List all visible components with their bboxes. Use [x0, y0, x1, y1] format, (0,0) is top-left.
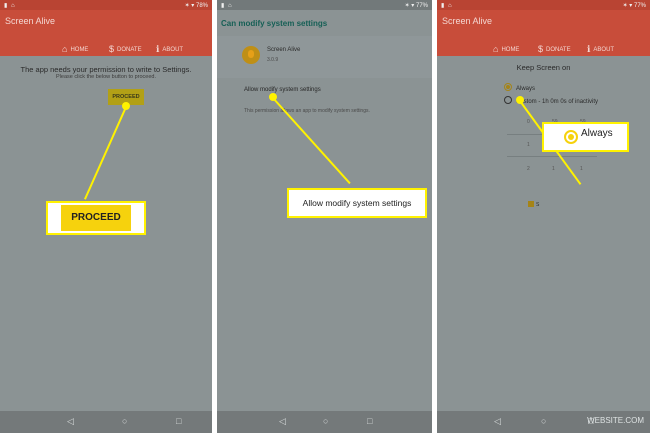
home-nav-icon[interactable]: ○: [323, 416, 328, 426]
app-name: Screen Alive: [267, 47, 301, 53]
home-icon: ⌂: [62, 44, 68, 54]
status-bar: ▮ ⌂ ✶ ▾ 77%: [437, 0, 650, 10]
permission-description: This permission allows an app to modify …: [244, 108, 370, 114]
watermark: WEBSITE.COM: [587, 416, 644, 425]
picker-minutes-next: 1: [552, 166, 555, 172]
recents-icon[interactable]: □: [176, 416, 181, 426]
back-icon[interactable]: ◁: [494, 416, 501, 427]
checkbox[interactable]: [528, 201, 534, 207]
status-indicators: ✶ ▾ 78%: [184, 3, 208, 9]
home-nav-icon[interactable]: ○: [541, 416, 546, 426]
tab-about[interactable]: ℹ ABOUT: [587, 44, 614, 55]
permission-message: The app needs your permission to write t…: [20, 65, 192, 74]
permission-sub-message: Please click the below button to proceed…: [56, 74, 156, 80]
tab-about[interactable]: ℹ ABOUT: [156, 44, 183, 55]
app-title: Screen Alive: [442, 16, 493, 26]
page-title: Can modify system settings: [221, 19, 328, 28]
status-icons: ▮ ⌂: [221, 3, 233, 9]
navigation-bar: ◁ ○ □ WEBSITE.COM: [437, 411, 650, 433]
recents-icon[interactable]: □: [367, 416, 372, 426]
dollar-icon: $: [109, 44, 115, 54]
main-content: Keep Screen on Always Custom - 1h 0m 0s …: [437, 56, 650, 411]
app-bar: Screen Alive ⌂ HOME $ DONATE ℹ ABOUT: [437, 10, 650, 58]
proceed-callout-label: PROCEED: [61, 205, 131, 231]
radio-selected-icon: [564, 130, 578, 144]
tab-donate[interactable]: $ DONATE: [538, 44, 571, 54]
status-indicators: ✶ ▾ 77%: [622, 3, 646, 9]
navigation-bar: ◁ ○ □: [217, 411, 432, 433]
status-bar: ▮ ⌂ ✶ ▾ 77%: [217, 0, 432, 10]
tab-donate[interactable]: $ DONATE: [109, 44, 142, 54]
radio-always[interactable]: Always: [504, 83, 535, 92]
tab-home[interactable]: ⌂ HOME: [493, 44, 520, 58]
screenshot-panel-3: ▮ ⌂ ✶ ▾ 77% Screen Alive ⌂ HOME $ DONATE ℹ…: [437, 0, 650, 433]
status-icons: ▮ ⌂: [4, 3, 16, 9]
app-info-card: Screen Alive 3.0.9: [217, 36, 432, 78]
status-icons: ▮ ⌂: [441, 3, 453, 9]
dollar-icon: $: [538, 44, 544, 54]
app-title: Screen Alive: [5, 16, 56, 26]
back-icon[interactable]: ◁: [67, 416, 74, 427]
info-icon: ℹ: [156, 44, 160, 54]
home-nav-icon[interactable]: ○: [122, 416, 127, 426]
tab-bar: ⌂ HOME $ DONATE ℹ ABOUT: [437, 40, 650, 58]
picker-seconds-next: 1: [580, 166, 583, 172]
always-callout-label: Always: [581, 128, 613, 139]
lightbulb-icon: [242, 46, 260, 64]
radio-selected-icon: [504, 83, 512, 91]
settings-body: Allow modify system settings This permis…: [217, 78, 432, 411]
radio-unselected-icon: [504, 96, 512, 104]
app-version: 3.0.9: [267, 57, 279, 63]
screenshot-panel-2: ▮ ⌂ ✶ ▾ 77% Can modify system settings S…: [217, 0, 432, 433]
tab-home[interactable]: ⌂ HOME: [62, 44, 89, 58]
home-icon: ⌂: [493, 44, 499, 54]
app-bar: Screen Alive ⌂ HOME $ DONATE ℹ ABOUT: [0, 10, 212, 58]
status-bar: ▮ ⌂ ✶ ▾ 78%: [0, 0, 212, 10]
picker-hours-next: 2: [527, 166, 530, 172]
tab-bar: ⌂ HOME $ DONATE ℹ ABOUT: [0, 40, 212, 58]
picker-hours: 1: [527, 142, 530, 148]
proceed-callout: PROCEED: [46, 201, 146, 235]
screenshot-panel-1: ▮ ⌂ ✶ ▾ 78% Screen Alive ⌂ HOME $ DONATE ℹ…: [0, 0, 212, 433]
picker-hours-prev: 0: [527, 119, 530, 125]
picker-divider: [507, 156, 597, 157]
always-callout: Always: [542, 122, 629, 152]
settings-header: Can modify system settings: [217, 10, 432, 36]
checkbox-label: S: [536, 202, 540, 208]
info-icon: ℹ: [587, 44, 591, 54]
allow-callout: Allow modify system settings: [287, 188, 427, 218]
navigation-bar: ◁ ○ □: [0, 411, 212, 433]
back-icon[interactable]: ◁: [279, 416, 286, 427]
section-heading: Keep Screen on: [516, 63, 571, 72]
status-indicators: ✶ ▾ 77%: [404, 3, 428, 9]
allow-modify-toggle-label[interactable]: Allow modify system settings: [244, 87, 321, 93]
